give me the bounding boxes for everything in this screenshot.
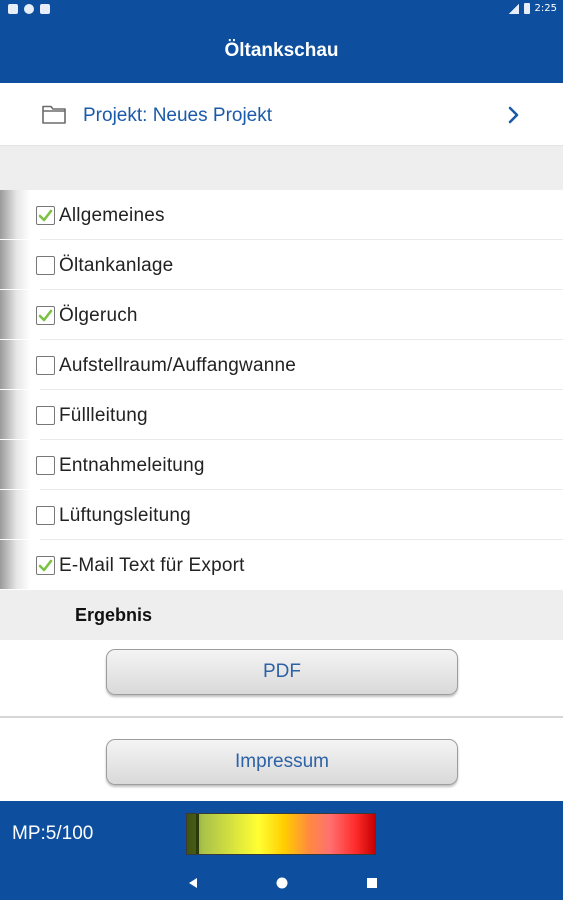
sync-icon [24, 4, 34, 14]
chevron-right-icon [508, 106, 519, 124]
divider [0, 716, 563, 718]
checkbox[interactable] [36, 356, 55, 375]
list-item-oelgeruch[interactable]: Ölgeruch [0, 290, 563, 340]
checkbox[interactable] [36, 406, 55, 425]
list-item-allgemeines[interactable]: Allgemeines [0, 190, 563, 240]
mp-meter [186, 813, 376, 855]
app-bar: Öltankschau [0, 20, 563, 83]
checklist: Allgemeines Öltankanlage Ölgeruch Aufste… [0, 190, 563, 590]
back-icon[interactable] [186, 876, 200, 890]
project-label: Projekt: Neues Projekt [83, 105, 273, 126]
sd-card-icon [40, 4, 50, 14]
list-item-label: Ölgeruch [59, 305, 138, 326]
status-time: 2:25 [534, 3, 557, 14]
mp-meter-fill [187, 814, 196, 854]
checkbox[interactable] [36, 306, 55, 325]
impressum-button[interactable]: Impressum [106, 739, 458, 785]
list-item-label: Aufstellraum/Auffangwanne [59, 355, 297, 376]
notification-icon [8, 4, 18, 14]
battery-icon [523, 3, 530, 14]
mp-bar: MP:5/100 [0, 801, 563, 865]
pdf-button[interactable]: PDF [106, 649, 458, 695]
checkbox[interactable] [36, 556, 55, 575]
section-spacer [0, 146, 563, 190]
list-item-label: Allgemeines [59, 205, 165, 226]
row-edge [0, 340, 30, 390]
list-item-entnahmeleitung[interactable]: Entnahmeleitung [0, 440, 563, 490]
result-section-header: Ergebnis [0, 590, 563, 640]
check-icon [38, 559, 53, 572]
folder-icon [42, 105, 66, 124]
row-edge [0, 240, 30, 290]
result-label: Ergebnis [75, 605, 153, 625]
status-bar: 2:25 [0, 0, 563, 20]
signal-icon [508, 3, 519, 14]
status-right: 2:25 [508, 3, 557, 14]
list-item-label: Entnahmeleitung [59, 455, 205, 476]
list-item-email-text[interactable]: E-Mail Text für Export [0, 540, 563, 590]
row-edge [0, 540, 30, 590]
home-icon[interactable] [275, 876, 289, 890]
check-icon [38, 209, 53, 222]
list-item-label: Lüftungsleitung [59, 505, 191, 526]
row-edge [0, 390, 30, 440]
check-icon [38, 309, 53, 322]
list-item-label: Füllleitung [59, 405, 148, 426]
row-edge [0, 490, 30, 540]
row-edge [0, 440, 30, 490]
mp-meter-marker [196, 814, 199, 854]
list-item-label: E-Mail Text für Export [59, 555, 245, 576]
checkbox[interactable] [36, 506, 55, 525]
list-item-fuellleitung[interactable]: Füllleitung [0, 390, 563, 440]
checkbox[interactable] [36, 256, 55, 275]
mp-label: MP:5/100 [12, 823, 94, 844]
row-edge [0, 190, 30, 240]
list-item-aufstellraum[interactable]: Aufstellraum/Auffangwanne [0, 340, 563, 390]
list-item-lueftungsleitung[interactable]: Lüftungsleitung [0, 490, 563, 540]
row-edge [0, 290, 30, 340]
checkbox[interactable] [36, 206, 55, 225]
list-item-oeltankanlage[interactable]: Öltankanlage [0, 240, 563, 290]
recents-icon[interactable] [365, 876, 379, 890]
list-item-label: Öltankanlage [59, 255, 174, 276]
checkbox[interactable] [36, 456, 55, 475]
project-row[interactable]: Projekt: Neues Projekt [0, 83, 563, 146]
status-left-icons [8, 4, 50, 14]
app-title: Öltankschau [224, 40, 339, 61]
nav-bar [0, 865, 563, 900]
